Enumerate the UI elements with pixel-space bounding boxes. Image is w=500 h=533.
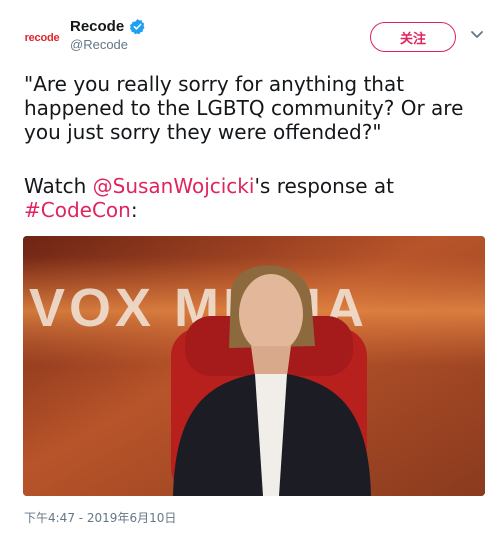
display-name-row: Recode [70, 16, 146, 36]
verified-badge-icon [129, 18, 145, 34]
author-handle[interactable]: @Recode [70, 37, 146, 52]
tweet-text: "Are you really sorry for anything that … [24, 72, 484, 222]
avatar[interactable]: recode [18, 20, 66, 56]
tweet-header: recode Recode @Recode 关注 [0, 0, 500, 64]
chevron-down-icon[interactable] [470, 30, 484, 40]
tweet-quote: "Are you really sorry for anything that … [24, 72, 464, 144]
watch-suffix: : [130, 198, 138, 222]
follow-button[interactable]: 关注 [370, 22, 456, 52]
watch-prefix: Watch [24, 174, 93, 198]
recode-logo: recode [24, 32, 60, 44]
author-names: Recode @Recode [70, 16, 146, 52]
mention-link[interactable]: @SusanWojcicki [93, 174, 255, 198]
tweet-timestamp[interactable]: 下午4:47 - 2019年6月10日 [24, 509, 176, 526]
author-display-name[interactable]: Recode [70, 18, 124, 35]
tweet-watch-line: Watch @SusanWojcicki's response at #CodeC… [24, 174, 484, 222]
hashtag-link[interactable]: #CodeCon [24, 198, 131, 222]
video-frame: VOX MEDIA [23, 236, 485, 496]
watch-middle: 's response at [254, 174, 395, 198]
video-player[interactable]: VOX MEDIA [23, 236, 485, 496]
